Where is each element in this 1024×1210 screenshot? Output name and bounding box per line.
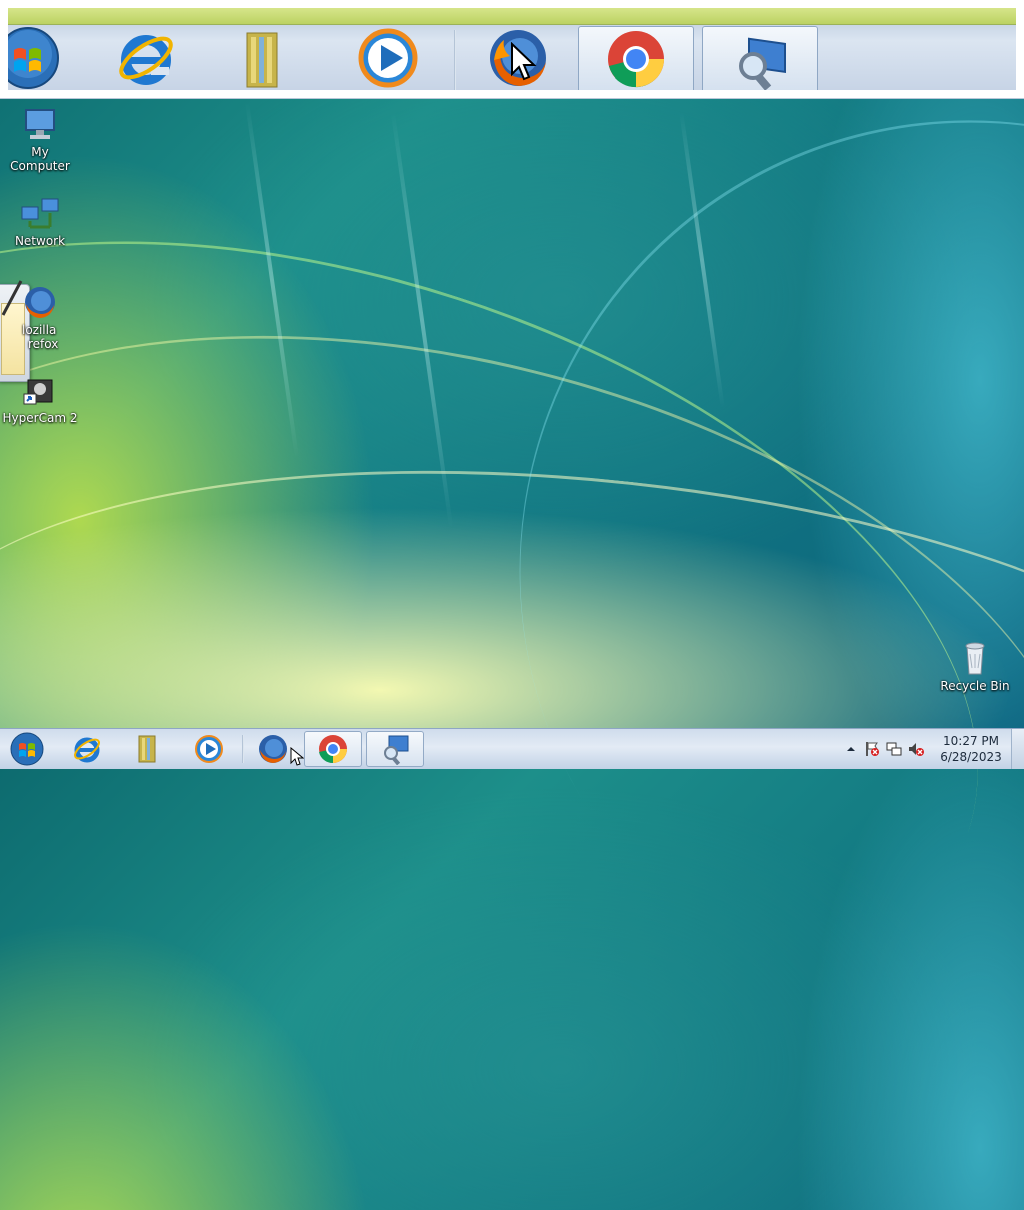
desktop-icon-label: Recycle Bin xyxy=(940,679,1010,693)
windows-orb-icon xyxy=(10,732,44,766)
desktop-icon-label: HyperCam 2 xyxy=(2,411,78,425)
media-player-icon xyxy=(358,28,418,88)
libraries-icon xyxy=(138,735,156,763)
zoom-media-player-button[interactable] xyxy=(330,26,446,90)
firefox-icon xyxy=(25,287,55,318)
zoom-ie-button[interactable] xyxy=(88,26,204,90)
taskbar-firefox-button[interactable] xyxy=(244,731,304,767)
zoom-libraries-button[interactable] xyxy=(204,26,320,90)
taskbar: 10:27 PM 6/28/2023 xyxy=(0,728,1024,769)
desktop-icon-label-line2: refox xyxy=(28,337,59,351)
desktop-icon-hypercam[interactable]: HyperCam 2 xyxy=(0,372,80,425)
magnified-taskbar xyxy=(8,8,1016,90)
internet-explorer-icon xyxy=(119,35,173,85)
start-button[interactable] xyxy=(0,731,54,767)
taskbar-ie-button[interactable] xyxy=(58,731,116,767)
internet-explorer-icon xyxy=(74,737,100,763)
zoom-chrome-button[interactable] xyxy=(578,26,694,90)
recycle-bin-icon xyxy=(965,642,985,675)
firefox-icon xyxy=(259,735,287,763)
magnifier-view xyxy=(0,0,1024,99)
show-desktop-button[interactable] xyxy=(1011,729,1024,769)
mouse-cursor-icon xyxy=(290,747,304,766)
desktop-icon-firefox[interactable]: lozilla refox xyxy=(0,284,80,351)
network-icon xyxy=(21,198,59,229)
clock-time: 10:27 PM xyxy=(943,734,999,748)
action-center-flag-icon[interactable] xyxy=(864,741,880,757)
libraries-icon xyxy=(246,32,278,88)
chrome-icon xyxy=(319,735,347,764)
zoom-magnifier-button[interactable] xyxy=(702,26,818,90)
zoom-start-button[interactable] xyxy=(8,26,68,90)
show-hidden-icons-arrow[interactable] xyxy=(846,744,856,754)
zoom-firefox-button[interactable] xyxy=(460,26,576,90)
magnified-taskbar-top-band xyxy=(8,8,1016,25)
taskbar-media-player-button[interactable] xyxy=(180,731,238,767)
media-player-icon xyxy=(195,735,223,763)
taskbar-chrome-button[interactable] xyxy=(304,731,362,767)
chrome-icon xyxy=(608,30,664,87)
windows-orb-icon xyxy=(8,27,59,89)
mouse-cursor-icon xyxy=(511,42,537,81)
desktop-icon-my-computer[interactable]: My Computer xyxy=(0,106,80,173)
network-icon[interactable] xyxy=(886,741,902,757)
clock-date: 6/28/2023 xyxy=(940,750,1002,764)
volume-muted-icon[interactable] xyxy=(908,741,924,757)
computer-icon xyxy=(25,109,55,139)
desktop-icon-label-line1: lozilla xyxy=(22,323,57,337)
desktop-icon-label: Network xyxy=(14,234,66,248)
system-clock[interactable]: 10:27 PM 6/28/2023 xyxy=(936,733,1006,765)
zoom-separator xyxy=(454,30,456,90)
desktop-icon-recycle-bin[interactable]: Recycle Bin xyxy=(935,640,1015,693)
notification-area: 10:27 PM 6/28/2023 xyxy=(834,729,1024,769)
taskbar-libraries-button[interactable] xyxy=(118,731,176,767)
taskbar-magnifier-button[interactable] xyxy=(366,731,424,767)
magnifier-icon xyxy=(739,37,786,90)
hypercam-icon xyxy=(23,379,53,405)
desktop-icon-network[interactable]: Network xyxy=(0,195,80,248)
magnifier-icon xyxy=(384,735,409,765)
desktop-icon-label: My Computer xyxy=(10,145,70,173)
